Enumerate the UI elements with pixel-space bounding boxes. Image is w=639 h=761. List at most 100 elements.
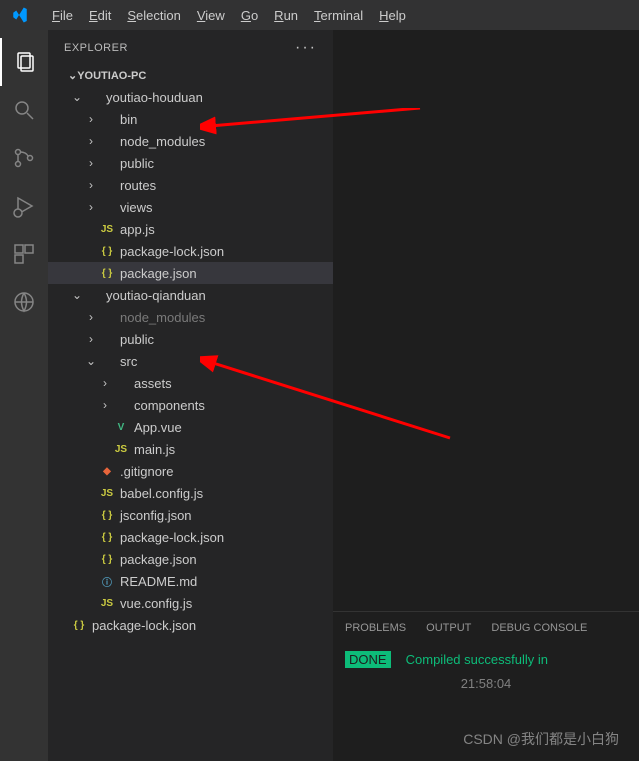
folder-node_modules[interactable]: › node_modules xyxy=(48,130,333,152)
menu-help[interactable]: Help xyxy=(371,8,414,23)
tree-item-label: youtiao-qianduan xyxy=(106,288,206,303)
tree-item-label: vue.config.js xyxy=(120,596,192,611)
file-package.json[interactable]: { } package.json xyxy=(48,548,333,570)
tree-item-label: public xyxy=(120,332,154,347)
json-file-icon: { } xyxy=(98,506,116,524)
more-actions-icon[interactable]: ··· xyxy=(295,39,317,57)
activity-search-icon[interactable] xyxy=(0,86,48,134)
folder-public[interactable]: › public xyxy=(48,328,333,350)
bottom-panel: PROBLEMS OUTPUT DEBUG CONSOLE DONE Compi… xyxy=(333,611,639,761)
chevron-right-icon: › xyxy=(84,310,98,324)
menu-edit[interactable]: Edit xyxy=(81,8,119,23)
chevron-right-icon: › xyxy=(98,398,112,412)
tree-item-label: package.json xyxy=(120,552,197,567)
file-package-lock.json[interactable]: { } package-lock.json xyxy=(48,240,333,262)
file-package-lock.json[interactable]: { }package-lock.json xyxy=(48,526,333,548)
folder-icon xyxy=(98,154,116,172)
chevron-right-icon: › xyxy=(84,156,98,170)
menu-run[interactable]: Run xyxy=(266,8,306,23)
tab-problems[interactable]: PROBLEMS xyxy=(345,622,406,634)
folder-views[interactable]: ›views xyxy=(48,196,333,218)
tree-item-label: package.json xyxy=(120,266,197,281)
json-file-icon: { } xyxy=(98,550,116,568)
js-file-icon: JS xyxy=(98,220,116,238)
tree-item-label: .gitignore xyxy=(120,464,173,479)
folder-icon xyxy=(98,176,116,194)
activity-remote-icon[interactable] xyxy=(0,278,48,326)
menu-file[interactable]: File xyxy=(44,8,81,23)
tree-item-label: bin xyxy=(120,112,137,127)
file-app.js[interactable]: JS app.js xyxy=(48,218,333,240)
menu-view[interactable]: View xyxy=(189,8,233,23)
tree-item-label: routes xyxy=(120,178,156,193)
chevron-right-icon: › xyxy=(84,112,98,126)
sidebar-header: EXPLORER ··· xyxy=(48,30,333,65)
folder-icon xyxy=(98,132,116,150)
tree-item-label: assets xyxy=(134,376,172,391)
folder-icon xyxy=(84,88,102,106)
file-App.vue[interactable]: VApp.vue xyxy=(48,416,333,438)
editor-area: PROBLEMS OUTPUT DEBUG CONSOLE DONE Compi… xyxy=(333,30,639,761)
tree-item-label: app.js xyxy=(120,222,155,237)
json-file-icon: { } xyxy=(70,616,88,634)
tree-item-label: youtiao-houduan xyxy=(106,90,203,105)
folder-icon xyxy=(98,330,116,348)
folder-src[interactable]: ⌄src xyxy=(48,350,333,372)
folder-routes[interactable]: › routes xyxy=(48,174,333,196)
tree-item-label: src xyxy=(120,354,137,369)
vscode-logo-icon xyxy=(8,3,32,27)
folder-youtiao-houduan[interactable]: ⌄youtiao-houduan xyxy=(48,86,333,108)
folder-icon xyxy=(112,396,130,414)
terminal-output: DONE Compiled successfully in 21:58:04 xyxy=(333,644,639,699)
sidebar-title: EXPLORER xyxy=(64,42,128,54)
tab-debug-console[interactable]: DEBUG CONSOLE xyxy=(491,622,587,634)
menu-terminal[interactable]: Terminal xyxy=(306,8,371,23)
tree-item-label: main.js xyxy=(134,442,175,457)
activity-run-debug-icon[interactable] xyxy=(0,182,48,230)
folder-bin[interactable]: › bin xyxy=(48,108,333,130)
file-jsconfig.json[interactable]: { }jsconfig.json xyxy=(48,504,333,526)
folder-youtiao-qianduan[interactable]: ⌄youtiao-qianduan xyxy=(48,284,333,306)
activity-source-control-icon[interactable] xyxy=(0,134,48,182)
file-main.js[interactable]: JS main.js xyxy=(48,438,333,460)
menu-selection[interactable]: Selection xyxy=(119,8,188,23)
tree-item-label: package-lock.json xyxy=(92,618,196,633)
workspace-root[interactable]: ⌄ YOUTIAO-PC xyxy=(48,65,333,86)
compile-message: Compiled successfully in xyxy=(398,652,548,667)
chevron-right-icon: › xyxy=(84,332,98,346)
workspace-label: YOUTIAO-PC xyxy=(77,70,146,82)
explorer-tree: ⌄ YOUTIAO-PC ⌄youtiao-houduan›bin›node_m… xyxy=(48,65,333,761)
activity-extensions-icon[interactable] xyxy=(0,230,48,278)
json-file-icon: { } xyxy=(98,242,116,260)
tree-item-label: components xyxy=(134,398,205,413)
js-file-icon: JS xyxy=(112,440,130,458)
tree-item-label: babel.config.js xyxy=(120,486,203,501)
vue-file-icon: V xyxy=(112,418,130,436)
folder-node_modules[interactable]: ›node_modules xyxy=(48,306,333,328)
folder-public[interactable]: ›public xyxy=(48,152,333,174)
tree-item-label: package-lock.json xyxy=(120,244,224,259)
file-babel.config.js[interactable]: JS babel.config.js xyxy=(48,482,333,504)
chevron-right-icon: › xyxy=(84,134,98,148)
js-file-icon: JS xyxy=(98,594,116,612)
tree-item-label: node_modules xyxy=(120,134,205,149)
folder-icon xyxy=(98,198,116,216)
folder-assets[interactable]: ›assets xyxy=(48,372,333,394)
tab-output[interactable]: OUTPUT xyxy=(426,622,471,634)
json-file-icon: { } xyxy=(98,528,116,546)
tree-item-label: README.md xyxy=(120,574,197,589)
file-vue.config.js[interactable]: JS vue.config.js xyxy=(48,592,333,614)
folder-icon xyxy=(98,110,116,128)
activity-explorer-icon[interactable] xyxy=(0,38,48,86)
file-package.json[interactable]: { }package.json xyxy=(48,262,333,284)
panel-tabs: PROBLEMS OUTPUT DEBUG CONSOLE xyxy=(333,612,639,644)
folder-icon xyxy=(98,352,116,370)
file-.gitignore[interactable]: ◆.gitignore xyxy=(48,460,333,482)
chevron-right-icon: › xyxy=(84,178,98,192)
folder-icon xyxy=(84,286,102,304)
file-README.md[interactable]: ⓘREADME.md xyxy=(48,570,333,592)
js-file-icon: JS xyxy=(98,484,116,502)
menu-go[interactable]: Go xyxy=(233,8,266,23)
folder-components[interactable]: › components xyxy=(48,394,333,416)
file-package-lock.json[interactable]: { } package-lock.json xyxy=(48,614,333,636)
